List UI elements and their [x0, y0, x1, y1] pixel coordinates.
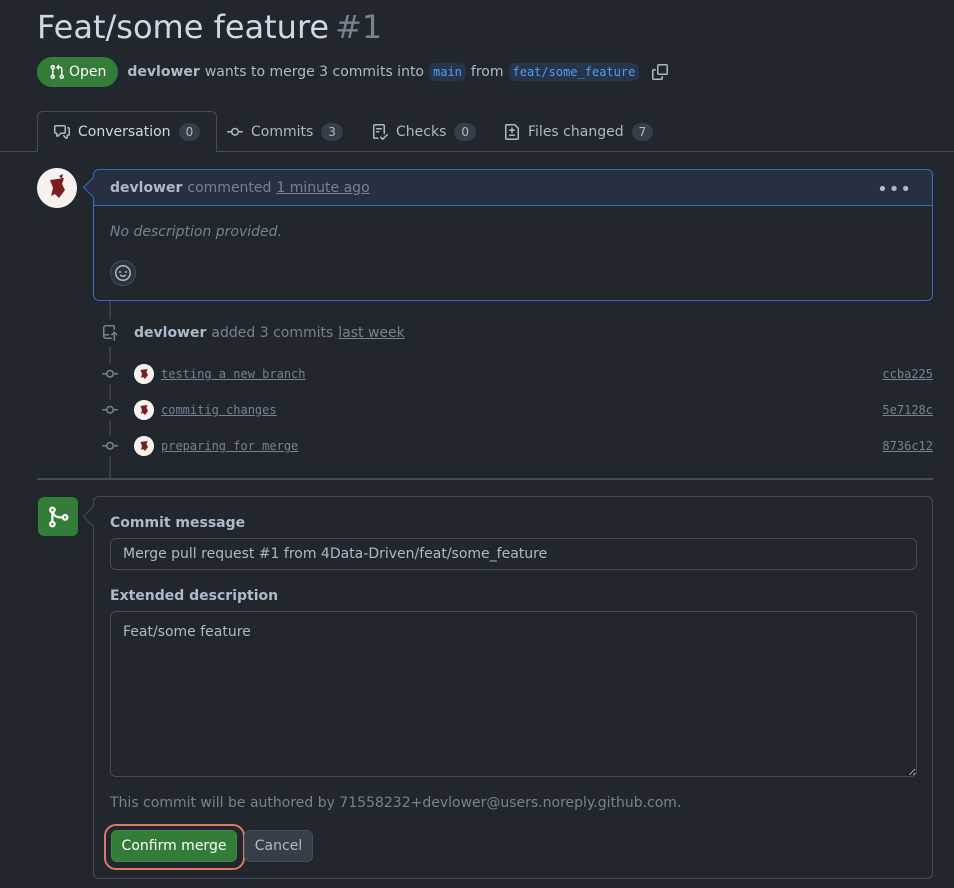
tab-files-changed[interactable]: Files changed 7 — [504, 111, 654, 152]
commit-avatar[interactable] — [134, 436, 154, 456]
tab-commits[interactable]: Commits 3 — [227, 111, 343, 152]
pr-number: #1 — [335, 8, 383, 46]
tab-conversation-count: 0 — [178, 123, 201, 141]
commit-avatar[interactable] — [134, 364, 154, 384]
tab-checks-label: Checks — [396, 123, 447, 140]
extended-description-label: Extended description — [110, 588, 279, 604]
commit-message-label: Commit message — [110, 515, 246, 531]
comment-time[interactable]: 1 minute ago — [276, 180, 369, 196]
comment-author[interactable]: devlower — [110, 180, 182, 196]
pr-title: Feat/some feature #1 — [37, 8, 382, 46]
head-branch[interactable]: feat/some_feature — [508, 63, 640, 81]
state-badge: Open — [37, 57, 119, 87]
commit-row: testing a new branch ccba225 — [100, 362, 933, 386]
tab-files-changed-count: 7 — [631, 122, 654, 141]
push-action: added 3 commits — [211, 325, 334, 341]
confirm-merge-button[interactable]: Confirm merge — [111, 830, 237, 862]
pr-meta: Open devlower wants to merge 3 commits i… — [37, 57, 669, 87]
cancel-button[interactable]: Cancel — [244, 830, 313, 862]
git-commit-icon — [100, 436, 120, 456]
comment-body: No description provided. — [110, 224, 282, 240]
tab-checks-count: 0 — [454, 122, 477, 141]
git-commit-icon — [100, 364, 120, 384]
commit-sha-link[interactable]: ccba225 — [882, 367, 933, 381]
commit-row: commitig changes 5e7128c — [100, 398, 933, 422]
merge-description: wants to merge 3 commits into — [204, 64, 424, 80]
tab-commits-count: 3 — [321, 122, 343, 141]
state-label: Open — [69, 64, 107, 80]
commit-row: preparing for merge 8736c12 — [100, 434, 933, 458]
timeline-divider — [37, 478, 933, 480]
tab-commits-label: Commits — [251, 123, 314, 140]
comment-discussion-icon — [54, 125, 70, 139]
git-commit-icon — [227, 127, 243, 136]
commit-sha-link[interactable]: 5e7128c — [882, 403, 933, 417]
extended-description-textarea[interactable]: Feat/some feature — [110, 611, 917, 777]
file-diff-icon — [505, 123, 519, 140]
author-note: This commit will be authored by 71558232… — [110, 795, 682, 811]
copy-icon[interactable] — [652, 64, 669, 80]
avatar-image — [37, 168, 77, 208]
commit-sha-link[interactable]: 8736c12 — [882, 439, 933, 453]
tab-conversation-label: Conversation — [78, 124, 171, 140]
comment-box: devlower commented 1 minute ago ••• No d… — [93, 169, 933, 301]
git-commit-icon — [100, 400, 120, 420]
add-reaction-button[interactable] — [110, 260, 136, 286]
smiley-icon — [115, 265, 131, 281]
pr-title-text: Feat/some feature — [37, 8, 330, 46]
commit-message-link[interactable]: commitig changes — [161, 403, 277, 417]
base-branch[interactable]: main — [429, 63, 466, 81]
pr-author-link[interactable]: devlower — [127, 64, 199, 80]
push-author[interactable]: devlower — [134, 325, 206, 341]
comment-action: commented — [187, 179, 272, 196]
kebab-menu-icon[interactable]: ••• — [877, 179, 912, 200]
commit-message-link[interactable]: testing a new branch — [161, 367, 306, 381]
tab-files-changed-label: Files changed — [528, 123, 624, 140]
commit-message-link[interactable]: preparing for merge — [161, 439, 298, 453]
from-text: from — [470, 64, 504, 80]
comment-header: devlower commented 1 minute ago ••• — [94, 170, 932, 206]
commit-message-input[interactable] — [110, 538, 917, 570]
merge-form: Commit message Extended description Feat… — [93, 496, 933, 879]
repo-push-icon — [96, 319, 124, 347]
checklist-icon — [373, 123, 388, 140]
avatar[interactable] — [37, 168, 77, 208]
push-time[interactable]: last week — [338, 325, 405, 341]
commit-avatar[interactable] — [134, 400, 154, 420]
tab-conversation[interactable]: Conversation 0 — [37, 111, 218, 153]
push-event: devlower added 3 commits last week — [96, 319, 405, 347]
git-merge-icon — [38, 497, 78, 536]
pr-tabs: Conversation 0 Commits 3 Checks 0 Files … — [0, 111, 954, 153]
tab-checks[interactable]: Checks 0 — [372, 111, 477, 152]
git-pull-request-icon — [50, 64, 65, 80]
